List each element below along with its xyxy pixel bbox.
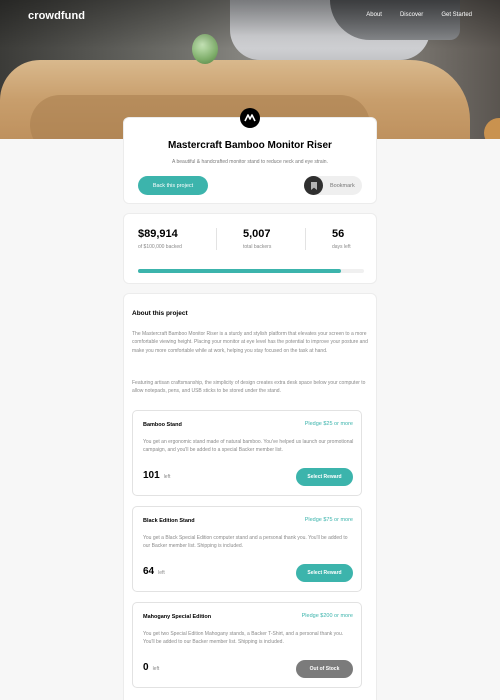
about-card: About this project The Mastercraft Bambo… bbox=[123, 293, 377, 700]
reward-remaining: 64 left bbox=[143, 566, 165, 577]
mastercraft-logo-icon bbox=[240, 108, 260, 128]
nav-links: About Discover Get Started bbox=[366, 12, 472, 18]
stat-days-label: days left bbox=[332, 244, 351, 250]
reward-description: You get an ergonomic stand made of natur… bbox=[143, 439, 354, 454]
reward-left-count: 64 bbox=[143, 566, 155, 577]
reward-remaining: 101 left bbox=[143, 470, 170, 481]
stat-divider bbox=[305, 228, 306, 250]
reward-left-word: left bbox=[152, 666, 160, 672]
funding-progress-fill bbox=[138, 269, 342, 273]
stat-backed-value: $89,914 bbox=[138, 228, 178, 240]
out-of-stock-button[interactable]: Out of Stock bbox=[296, 660, 353, 678]
stat-backers-label: total backers bbox=[243, 244, 272, 250]
nav-link-about[interactable]: About bbox=[366, 12, 382, 18]
reward-left-count: 0 bbox=[143, 662, 149, 673]
stat-days: 56 days left bbox=[332, 228, 351, 250]
reward-pledge: Pledge $200 or more bbox=[301, 613, 353, 619]
stat-days-value: 56 bbox=[332, 228, 345, 240]
reward-name: Mahogany Special Edition bbox=[143, 614, 212, 620]
reward-name: Bamboo Stand bbox=[143, 422, 182, 428]
select-reward-button[interactable]: Select Reward bbox=[296, 468, 353, 486]
reward-left-word: left bbox=[158, 570, 165, 576]
back-project-button[interactable]: Back this project bbox=[138, 176, 208, 195]
reward-pledge: Pledge $75 or more bbox=[304, 517, 353, 523]
project-subtitle: A beautiful & handcrafted monitor stand … bbox=[172, 159, 328, 165]
reward-description: You get two Special Edition Mahogany sta… bbox=[143, 631, 344, 646]
reward-card-bamboo: Bamboo Stand Pledge $25 or more You get … bbox=[132, 410, 362, 496]
stat-divider bbox=[216, 228, 217, 250]
project-title: Mastercraft Bamboo Monitor Riser bbox=[168, 140, 332, 151]
reward-card-mahogany: Mahogany Special Edition Pledge $200 or … bbox=[132, 602, 362, 688]
reward-card-black-edition: Black Edition Stand Pledge $75 or more Y… bbox=[132, 506, 362, 592]
about-paragraph: The Mastercraft Bamboo Monitor Riser is … bbox=[132, 331, 368, 354]
select-reward-button[interactable]: Select Reward bbox=[296, 564, 353, 582]
project-intro-card: Mastercraft Bamboo Monitor Riser A beaut… bbox=[123, 117, 377, 204]
stats-card: $89,914 of $100,000 backed 5,007 total b… bbox=[123, 213, 377, 284]
stat-backers-value: 5,007 bbox=[243, 228, 271, 240]
stat-backed: $89,914 of $100,000 backed bbox=[138, 228, 182, 250]
reward-left-count: 101 bbox=[143, 470, 160, 481]
about-heading: About this project bbox=[132, 310, 188, 317]
stat-backers: 5,007 total backers bbox=[243, 228, 271, 250]
site-logo[interactable]: crowdfund bbox=[28, 10, 85, 22]
reward-name: Black Edition Stand bbox=[143, 518, 195, 524]
reward-left-word: left bbox=[163, 474, 171, 480]
top-nav: crowdfund About Discover Get Started bbox=[0, 0, 500, 32]
reward-pledge: Pledge $25 or more bbox=[304, 421, 353, 427]
stat-backed-label: of $100,000 backed bbox=[138, 244, 182, 250]
reward-description: You get a Black Special Edition computer… bbox=[143, 535, 348, 550]
nav-link-get-started[interactable]: Get Started bbox=[441, 12, 472, 18]
funding-progress-bar bbox=[138, 269, 364, 273]
bookmark-icon bbox=[304, 176, 323, 195]
bookmark-button[interactable]: Bookmark bbox=[304, 176, 362, 195]
bookmark-label: Bookmark bbox=[330, 182, 355, 189]
about-paragraph: Featuring artisan craftsmanship, the sim… bbox=[132, 380, 366, 395]
reward-remaining: 0 left bbox=[143, 662, 159, 673]
nav-link-discover[interactable]: Discover bbox=[400, 12, 423, 18]
